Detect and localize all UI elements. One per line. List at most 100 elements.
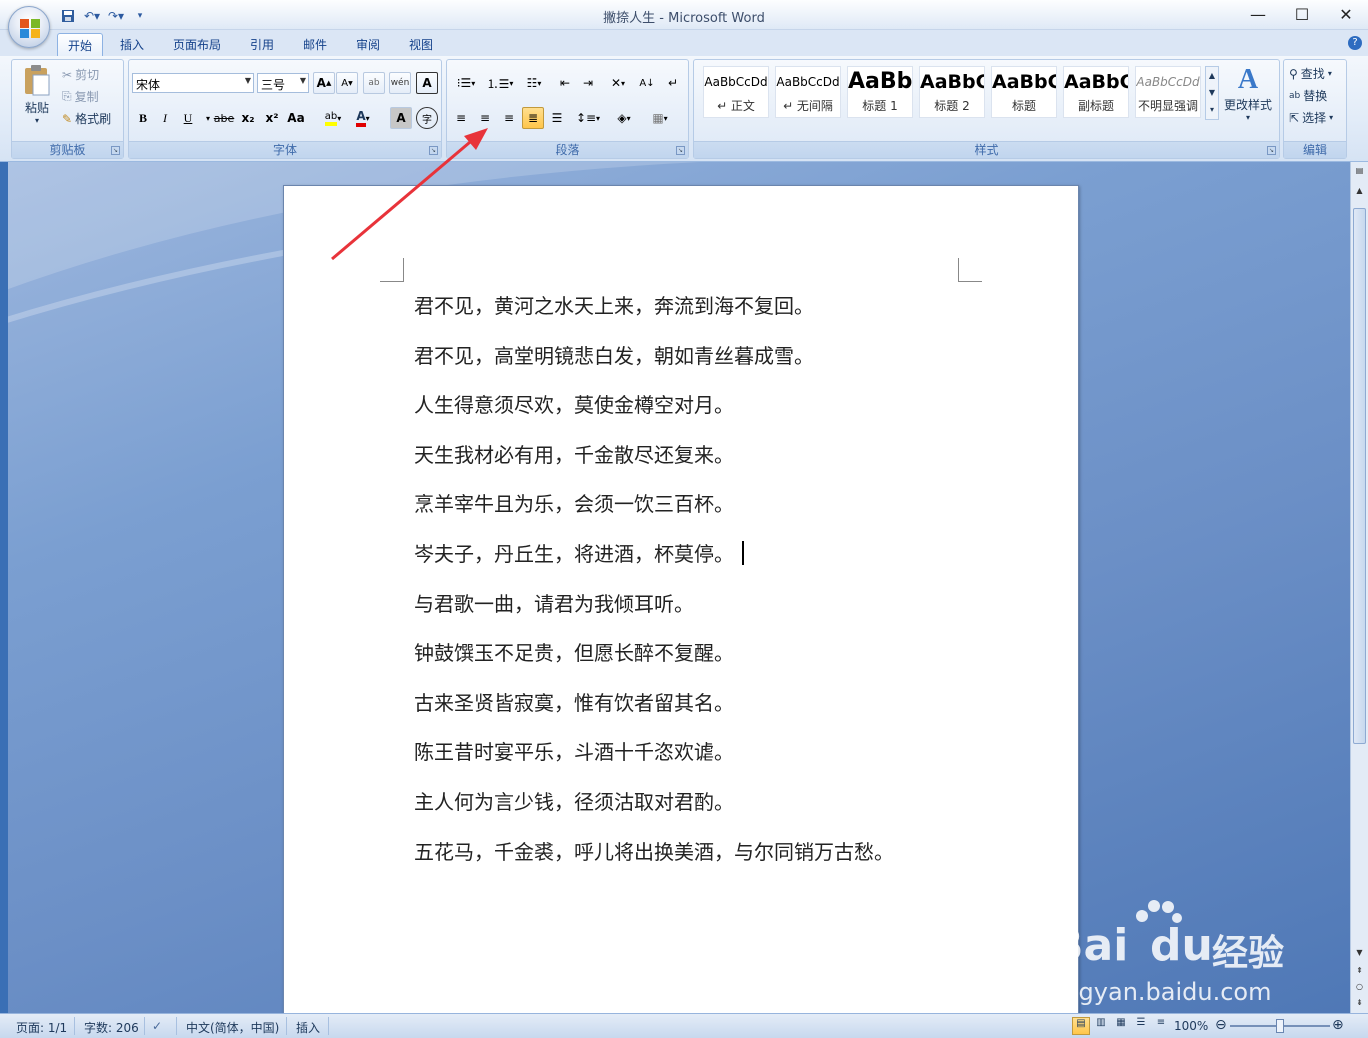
increase-indent-button[interactable]: ⇥ (577, 72, 599, 94)
vertical-scrollbar[interactable]: ▤ ▲ ▼ ⇞ ○ ⇟ (1350, 162, 1368, 1013)
document-line[interactable]: 主人何为言少钱，径须沽取对君酌。 (414, 786, 1014, 836)
status-language[interactable]: 中文(简体，中国) (186, 1019, 279, 1036)
chevron-down-icon: ▼ (299, 76, 306, 85)
document-line[interactable]: 岑夫子，丹丘生，将进酒，杯莫停。 (414, 538, 1014, 588)
subscript-button[interactable]: x₂ (237, 107, 259, 129)
change-styles-button[interactable]: A 更改样式 ▾ (1222, 64, 1274, 122)
tab-mailings[interactable]: 邮件 (293, 33, 337, 56)
document-page[interactable]: 君不见，黄河之水天上来，奔流到海不复回。 君不见，高堂明镜悲白发，朝如青丝暮成雪。… (283, 185, 1079, 1013)
tab-references[interactable]: 引用 (240, 33, 284, 56)
tab-view[interactable]: 视图 (399, 33, 443, 56)
find-button[interactable]: ⚲ 查找 ▾ (1289, 65, 1332, 82)
full-screen-reading-icon[interactable]: ▥ (1092, 1017, 1110, 1035)
document-line[interactable]: 烹羊宰牛且为乐，会须一饮三百杯。 (414, 488, 1014, 538)
zoom-level[interactable]: 100% (1174, 1019, 1208, 1033)
draft-icon[interactable]: ≡ (1152, 1017, 1170, 1035)
scroll-up-icon[interactable]: ▲ (1353, 184, 1366, 198)
scroll-thumb[interactable] (1353, 208, 1366, 744)
clear-format-button[interactable]: ab (363, 72, 385, 94)
minimize-button[interactable]: — (1236, 0, 1280, 28)
close-button[interactable]: ✕ (1324, 0, 1368, 28)
next-page-icon[interactable]: ⇟ (1353, 996, 1366, 1010)
underline-button[interactable]: U (177, 107, 199, 129)
multilevel-list-button[interactable]: ☷ ▾ (518, 72, 550, 94)
shrink-font-button[interactable]: A ▼ (336, 72, 358, 94)
tab-home[interactable]: 开始 (57, 33, 104, 56)
sort-button[interactable]: A↓ (636, 72, 658, 94)
tab-insert[interactable]: 插入 (110, 33, 154, 56)
bold-button[interactable]: B (132, 107, 154, 129)
document-text[interactable]: 君不见，黄河之水天上来，奔流到海不复回。 君不见，高堂明镜悲白发，朝如青丝暮成雪。… (414, 290, 1014, 885)
font-size-combo[interactable]: 三号 ▼ (257, 73, 309, 93)
document-line[interactable]: 陈王昔时宴平乐，斗酒十千恣欢谑。 (414, 736, 1014, 786)
previous-page-icon[interactable]: ⇞ (1353, 964, 1366, 978)
bullets-button[interactable]: ⁝☰ ▾ (450, 72, 482, 94)
document-line[interactable]: 钟鼓馔玉不足贵，但愿长醉不复醒。 (414, 637, 1014, 687)
font-name-combo[interactable]: 宋体 ▼ (132, 73, 254, 93)
replace-label: 替换 (1303, 89, 1328, 103)
status-word-count[interactable]: 字数: 206 (84, 1019, 139, 1036)
style-title[interactable]: AaBbC 标题 (991, 66, 1057, 118)
align-right-button[interactable]: ≡ (498, 107, 520, 129)
status-insert-mode[interactable]: 插入 (296, 1019, 320, 1036)
document-line[interactable]: 五花马，千金裘，呼儿将出换美酒，与尔同销万古愁。 (414, 836, 1014, 886)
document-line[interactable]: 君不见，黄河之水天上来，奔流到海不复回。 (414, 290, 1014, 340)
print-layout-icon[interactable]: ▤ (1072, 1017, 1090, 1035)
office-button[interactable] (8, 6, 50, 48)
format-painter-label: 格式刷 (75, 112, 112, 126)
zoom-slider-knob[interactable] (1276, 1019, 1284, 1033)
document-line[interactable]: 与君歌一曲，请君为我倾耳听。 (414, 588, 1014, 638)
paragraph-launcher-icon[interactable]: ↘ (676, 146, 685, 155)
document-line[interactable]: 古来圣贤皆寂寞，惟有饮者留其名。 (414, 687, 1014, 737)
style-heading-1[interactable]: AaBb 标题 1 (847, 66, 913, 118)
line-spacing-button[interactable]: ↕≡ ▾ (574, 107, 602, 129)
styles-launcher-icon[interactable]: ↘ (1267, 146, 1276, 155)
grow-font-button[interactable]: A ▲ (313, 72, 335, 94)
clipboard-launcher-icon[interactable]: ↘ (111, 146, 120, 155)
style-gallery-scroll[interactable]: ▲ ▼ ▾ (1205, 66, 1219, 120)
document-line[interactable]: 天生我材必有用，千金散尽还复来。 (414, 439, 1014, 489)
outline-icon[interactable]: ☰ (1132, 1017, 1150, 1035)
proofing-icon[interactable]: ✓ (152, 1019, 162, 1033)
justify-button[interactable]: ≣ (522, 107, 544, 129)
scroll-down-icon[interactable]: ▼ (1353, 946, 1366, 960)
document-line[interactable]: 人生得意须尽欢，莫使金樽空对月。 (414, 389, 1014, 439)
italic-button[interactable]: I (154, 107, 176, 129)
zoom-in-icon[interactable]: ⊕ (1332, 1017, 1344, 1033)
paste-button[interactable]: 粘贴 ▾ (18, 64, 56, 125)
show-marks-button[interactable]: ↵ (662, 72, 684, 94)
format-painter-button[interactable]: ✎ 格式刷 (62, 110, 111, 127)
maximize-button[interactable]: ☐ (1280, 0, 1324, 28)
tab-review[interactable]: 审阅 (346, 33, 390, 56)
numbering-button[interactable]: ⒈☰ ▾ (484, 72, 516, 94)
ruler-toggle-icon[interactable]: ▤ (1353, 164, 1366, 178)
browse-object-icon[interactable]: ○ (1353, 980, 1366, 994)
phonetic-guide-button[interactable]: wén (389, 72, 411, 94)
cut-button[interactable]: ✂ 剪切 (62, 66, 99, 83)
style-subtitle[interactable]: AaBbC 副标题 (1063, 66, 1129, 118)
tab-page-layout[interactable]: 页面布局 (163, 33, 231, 56)
style-normal[interactable]: AaBbCcDd ↵ 正文 (703, 66, 769, 118)
shading-button[interactable]: ◈ ▾ (608, 107, 640, 129)
borders-button[interactable]: ▦ ▾ (644, 107, 676, 129)
chinese-layout-button[interactable]: ✕ ▾ (604, 72, 632, 94)
web-layout-icon[interactable]: ▦ (1112, 1017, 1130, 1035)
strikethrough-button[interactable]: abe (213, 107, 235, 129)
copy-button[interactable]: ⎘ 复制 (62, 88, 99, 105)
change-case-button[interactable]: Aa (285, 107, 307, 129)
document-line[interactable]: 君不见，高堂明镜悲白发，朝如青丝暮成雪。 (414, 340, 1014, 390)
help-icon[interactable]: ? (1348, 36, 1362, 50)
decrease-indent-button[interactable]: ⇤ (554, 72, 576, 94)
style-heading-2[interactable]: AaBbC 标题 2 (919, 66, 985, 118)
select-button[interactable]: ⇱ 选择 ▾ (1289, 109, 1333, 126)
character-border-button[interactable]: A (416, 72, 438, 94)
sort-icon: A↓ (639, 77, 655, 89)
replace-button[interactable]: ab 替换 (1289, 87, 1327, 104)
distributed-button[interactable]: ☰ (546, 107, 568, 129)
status-page[interactable]: 页面: 1/1 (16, 1019, 67, 1036)
superscript-button[interactable]: x² (261, 107, 283, 129)
watermark-brand: Bai (1050, 920, 1129, 971)
style-subtle-emphasis[interactable]: AaBbCcDd 不明显强调 (1135, 66, 1201, 118)
zoom-out-icon[interactable]: ⊖ (1215, 1017, 1227, 1033)
style-no-spacing[interactable]: AaBbCcDd ↵ 无间隔 (775, 66, 841, 118)
